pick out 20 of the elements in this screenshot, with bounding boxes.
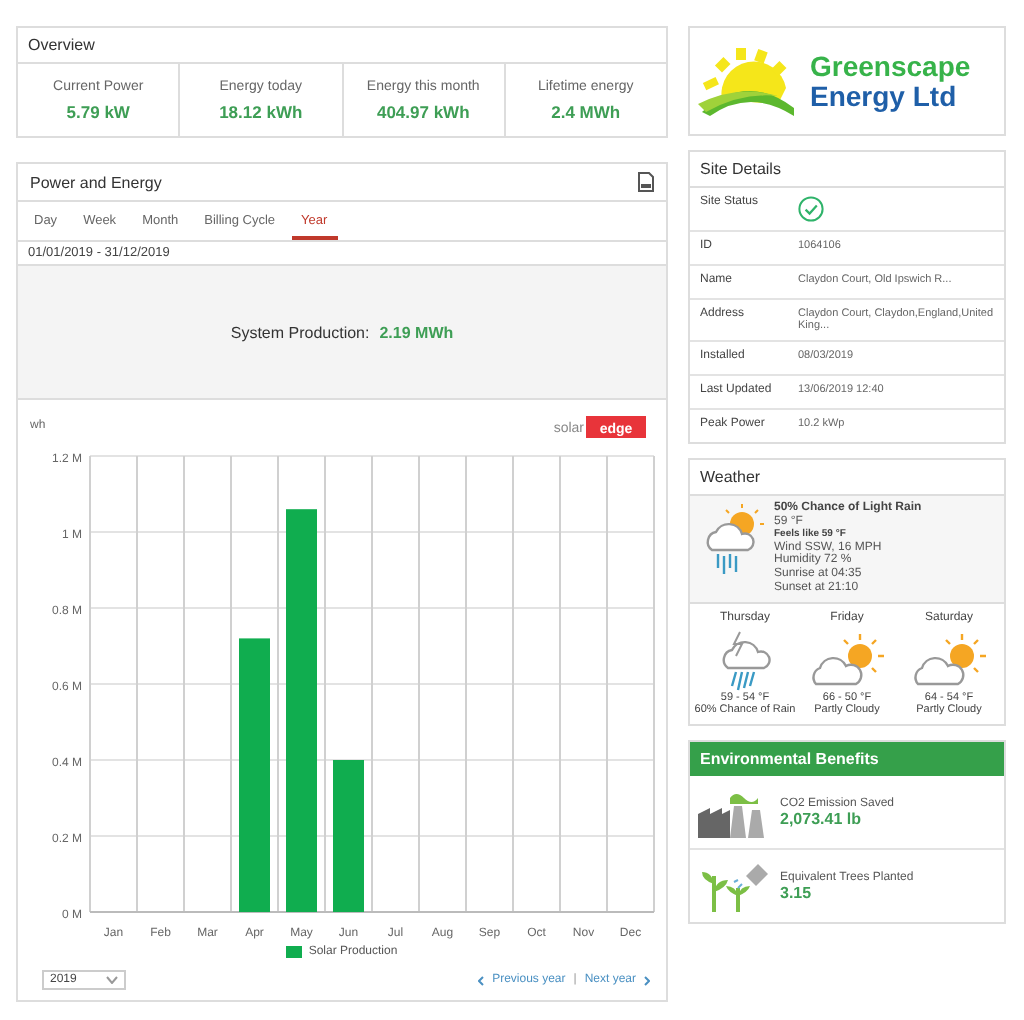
seedling-watering-can-icon [698,860,770,913]
company-name: Energy Ltd [810,81,957,111]
card-title: Power and Energy [30,173,162,191]
company-name: Greenscape [810,51,971,81]
check-circle-icon [798,196,824,222]
stat-value: 18.12 kWh [219,102,303,122]
stat-value: 2.4 MWh [551,102,621,122]
document-icon[interactable] [638,172,654,192]
benefit-value: 2,073.41 lb [780,809,863,828]
stat-value: 5.79 kW [66,102,130,122]
card-title: Site Details [690,152,1004,188]
stat-value: 404.97 kWh [376,102,470,122]
caret-icon [106,976,118,984]
chevron-left-icon [478,975,485,985]
production-value: 2.19 MWh [379,323,454,341]
benefit-value: 3.15 [780,883,814,902]
card-title: Environmental Benefits [690,742,1004,777]
production-label: System Production: [230,323,370,341]
card-title: Overview [18,28,666,64]
chevron-right-icon [644,975,650,985]
